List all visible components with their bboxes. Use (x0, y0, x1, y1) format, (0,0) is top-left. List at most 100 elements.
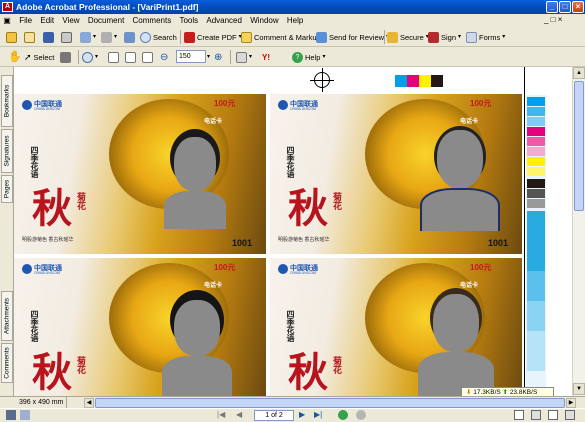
horizontal-scroll-row: 396 x 490 mm ◀ ▶ (0, 396, 585, 408)
sign-button[interactable]: Sign ▾ (428, 30, 461, 45)
email-button[interactable] (124, 30, 135, 45)
help-button[interactable]: ? Help ▾ (292, 50, 325, 65)
sub-text: 菊花 (331, 192, 341, 210)
yahoo-toolbar-button[interactable]: Y! (262, 50, 270, 65)
menu-view[interactable]: View (59, 14, 82, 27)
page-size-label: 396 x 490 mm (16, 397, 68, 408)
next-view-icon[interactable] (356, 410, 366, 420)
zoom-input[interactable]: 150 (176, 50, 206, 63)
scroll-down-button[interactable]: ▼ (573, 383, 585, 395)
fit-page-icon (125, 52, 136, 63)
previous-page-button[interactable]: ◀ (236, 410, 242, 419)
continuous-icon[interactable] (531, 410, 541, 420)
single-page-icon[interactable] (514, 410, 524, 420)
document-view[interactable]: 中国联通 CHINA UNICOM 100元 电话卡 四季花语 秋 菊花 明股游… (14, 67, 572, 396)
folder-icon (6, 32, 17, 43)
open-button[interactable] (6, 30, 17, 45)
fit-page-button[interactable] (125, 50, 136, 65)
navigation-pane: Bookmarks Signatures Pages Attachments C… (0, 67, 14, 396)
zoom-out-button[interactable]: ⊖ (160, 50, 168, 65)
new-document-icon (24, 32, 35, 43)
close-button[interactable]: × (572, 1, 584, 13)
select-icon: ➚ (24, 52, 32, 62)
help-label: Help (305, 53, 321, 62)
phone-card: 中国联通 CHINA UNICOM 100元 电话卡 四季花语 秋 菊花 明股游… (14, 94, 266, 254)
menu-document[interactable]: Document (85, 14, 127, 27)
page-view-icon[interactable] (20, 410, 30, 420)
tab-pages[interactable]: Pages (1, 175, 13, 203)
forms-button[interactable]: Forms ▾ (466, 30, 505, 45)
vertical-scrollbar[interactable]: ▲ ▼ (572, 67, 585, 396)
doc-window-controls[interactable]: _ □ × (544, 15, 562, 24)
save-button[interactable] (43, 30, 54, 45)
upload-speed: 23.8KB/S (509, 389, 538, 396)
autumn-char: 秋 (32, 185, 72, 232)
search-button[interactable]: Search (140, 30, 177, 45)
page-layout-icon[interactable] (6, 410, 16, 420)
facing-icon[interactable] (548, 410, 558, 420)
card-number: 1001 (488, 238, 509, 248)
fit-width-button[interactable] (142, 50, 153, 65)
review-icon (316, 32, 327, 43)
menu-edit[interactable]: Edit (37, 14, 57, 27)
comment-markup-button[interactable]: Comment & Markup▾ (241, 30, 326, 45)
last-page-button[interactable]: ▶| (314, 410, 322, 419)
tab-attachments[interactable]: Attachments (1, 291, 13, 341)
hand-icon: ✋ (8, 51, 22, 63)
hand-tool-button[interactable]: ✋ (8, 50, 22, 65)
first-page-button[interactable]: |◀ (217, 410, 225, 419)
search-label: Search (153, 33, 177, 42)
snapshot-button[interactable] (60, 50, 71, 65)
organizer-icon (80, 32, 91, 43)
menu-file[interactable]: File (16, 14, 35, 27)
zoom-tool-button[interactable]: ▾ (82, 50, 98, 65)
photo-placeholder (418, 288, 494, 396)
save-icon (43, 32, 54, 43)
card-number: 1001 (232, 238, 253, 248)
actual-size-button[interactable] (108, 50, 119, 65)
scroll-thumb[interactable] (574, 81, 584, 211)
create-pdf-button[interactable]: Create PDF▾ (184, 30, 242, 45)
upload-arrow-icon: ⬆ (502, 389, 508, 396)
create-pdf-small-button[interactable] (24, 30, 35, 45)
secure-button[interactable]: Secure▾ (387, 30, 429, 45)
comment-icon (241, 32, 252, 43)
menu-comments[interactable]: Comments (130, 14, 175, 27)
send-review-button[interactable]: Send for Review▾ (316, 30, 389, 45)
acrobat-app-icon[interactable]: A (2, 2, 13, 12)
download-speed: 17.3KB/S (473, 389, 501, 396)
previous-view-icon[interactable] (338, 410, 348, 420)
scroll-left-button[interactable]: ◀ (84, 398, 94, 408)
menu-window[interactable]: Window (247, 14, 281, 27)
rotate-button[interactable]: ▾ (236, 50, 252, 65)
print-button[interactable] (61, 30, 72, 45)
maximize-button[interactable]: □ (559, 1, 571, 13)
horizontal-scroll-thumb[interactable] (95, 398, 565, 408)
tab-bookmarks[interactable]: Bookmarks (1, 75, 13, 127)
autumn-char: 秋 (32, 349, 72, 396)
page-number-input[interactable]: 1 of 2 (254, 410, 294, 421)
yahoo-icon: Y! (262, 53, 270, 62)
zoom-dropdown[interactable]: ▾ (207, 50, 210, 65)
plus-icon: ⊕ (214, 52, 223, 63)
zoom-in-button[interactable]: ⊕ (214, 50, 222, 65)
tab-comments[interactable]: Comments (1, 343, 13, 383)
select-tool-button[interactable]: ➚ Select (24, 50, 54, 65)
continuous-facing-icon[interactable] (565, 410, 575, 420)
attach-button[interactable]: ▾ (101, 30, 117, 45)
menu-help[interactable]: Help (284, 14, 306, 27)
menu-tools[interactable]: Tools (176, 14, 201, 27)
document-menu-icon[interactable]: ▣ (0, 14, 14, 27)
menu-advanced[interactable]: Advanced (203, 14, 245, 27)
next-page-button[interactable]: ▶ (299, 410, 305, 419)
organizer-button[interactable]: ▾ (80, 30, 96, 45)
scroll-right-button[interactable]: ▶ (566, 398, 576, 408)
card-value: 100元 (214, 263, 236, 272)
footer-text: 明股游菊色 香古秋瑶华 (278, 237, 330, 243)
tab-signatures[interactable]: Signatures (1, 129, 13, 173)
card-label: 电话卡 (460, 119, 479, 125)
color-swatch-magenta (407, 75, 419, 87)
scroll-up-button[interactable]: ▲ (573, 67, 585, 79)
series-text: 四季花语 (30, 146, 40, 178)
minimize-button[interactable]: _ (546, 1, 558, 13)
